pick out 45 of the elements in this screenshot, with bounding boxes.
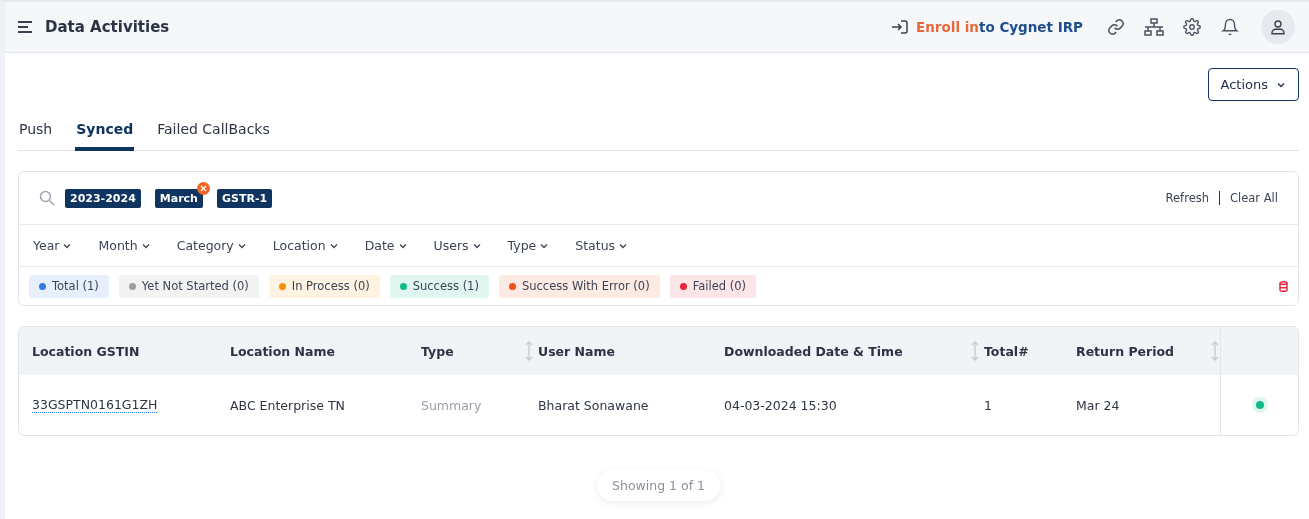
page-title: Data Activities (45, 18, 171, 36)
enroll-link[interactable]: Enroll into Cygnet IRP (891, 19, 1083, 35)
clear-all-link[interactable]: Clear All (1230, 191, 1278, 205)
filter-chip: GSTR-1 (216, 188, 273, 208)
column-header: Location GSTIN (32, 342, 141, 361)
table-cell-text: 1 (984, 396, 993, 415)
gstin-link[interactable]: 33GSPTN0161G1ZH (32, 397, 158, 413)
filter-dropdown[interactable]: Year (33, 238, 73, 253)
filter-dropdown[interactable]: Type (507, 238, 550, 253)
menu-icon[interactable] (17, 20, 33, 34)
status-filter[interactable]: Failed (0) (669, 274, 756, 298)
status-filter[interactable]: In Process (0) (268, 274, 380, 298)
tab[interactable]: Push (18, 115, 54, 151)
sign-in-icon (891, 20, 908, 34)
table-cell-text: Summary (421, 396, 483, 415)
status-filter[interactable]: Total (1) (29, 274, 109, 298)
column-header: Total# (984, 342, 1030, 361)
column-header: Type (421, 327, 538, 375)
column-header: User Name (538, 342, 616, 361)
remove-icon[interactable] (196, 181, 210, 195)
filter-dropdown[interactable]: Users (433, 238, 482, 253)
column-header: Downloaded Date & Time (724, 327, 984, 375)
user-avatar[interactable] (1261, 10, 1295, 44)
status-filter[interactable]: Success With Error (0) (498, 274, 660, 298)
filter-dropdown[interactable]: Month (98, 238, 151, 253)
tab[interactable]: Failed CallBacks (156, 115, 271, 151)
database-icon[interactable] (1279, 280, 1288, 292)
pagination-info: Showing 1 of 1 (597, 470, 720, 501)
status-filter[interactable]: Yet Not Started (0) (118, 274, 259, 298)
actions-button[interactable]: Actions (1207, 68, 1299, 101)
table-cell-text: 04-03-2024 15:30 (724, 396, 838, 415)
status-filter[interactable]: Success (1) (389, 274, 489, 298)
filter-dropdown[interactable]: Location (272, 238, 339, 253)
table-cell-text: Mar 24 (1076, 396, 1121, 415)
tab[interactable]: Synced (75, 115, 135, 151)
filter-dropdown[interactable]: Date (364, 238, 408, 253)
search-icon (39, 190, 55, 206)
table-cell-text: Bharat Sonawane (538, 396, 650, 415)
refresh-link[interactable]: Refresh (1165, 191, 1209, 205)
column-header: Location Name (230, 342, 336, 361)
column-header: Return Period (1076, 327, 1224, 375)
table-cell-text: ABC Enterprise TN (230, 396, 346, 415)
filter-dropdown[interactable]: Category (176, 238, 247, 253)
filter-chip: 2023-2024 (65, 188, 141, 208)
filter-dropdown[interactable]: Status (575, 238, 629, 253)
